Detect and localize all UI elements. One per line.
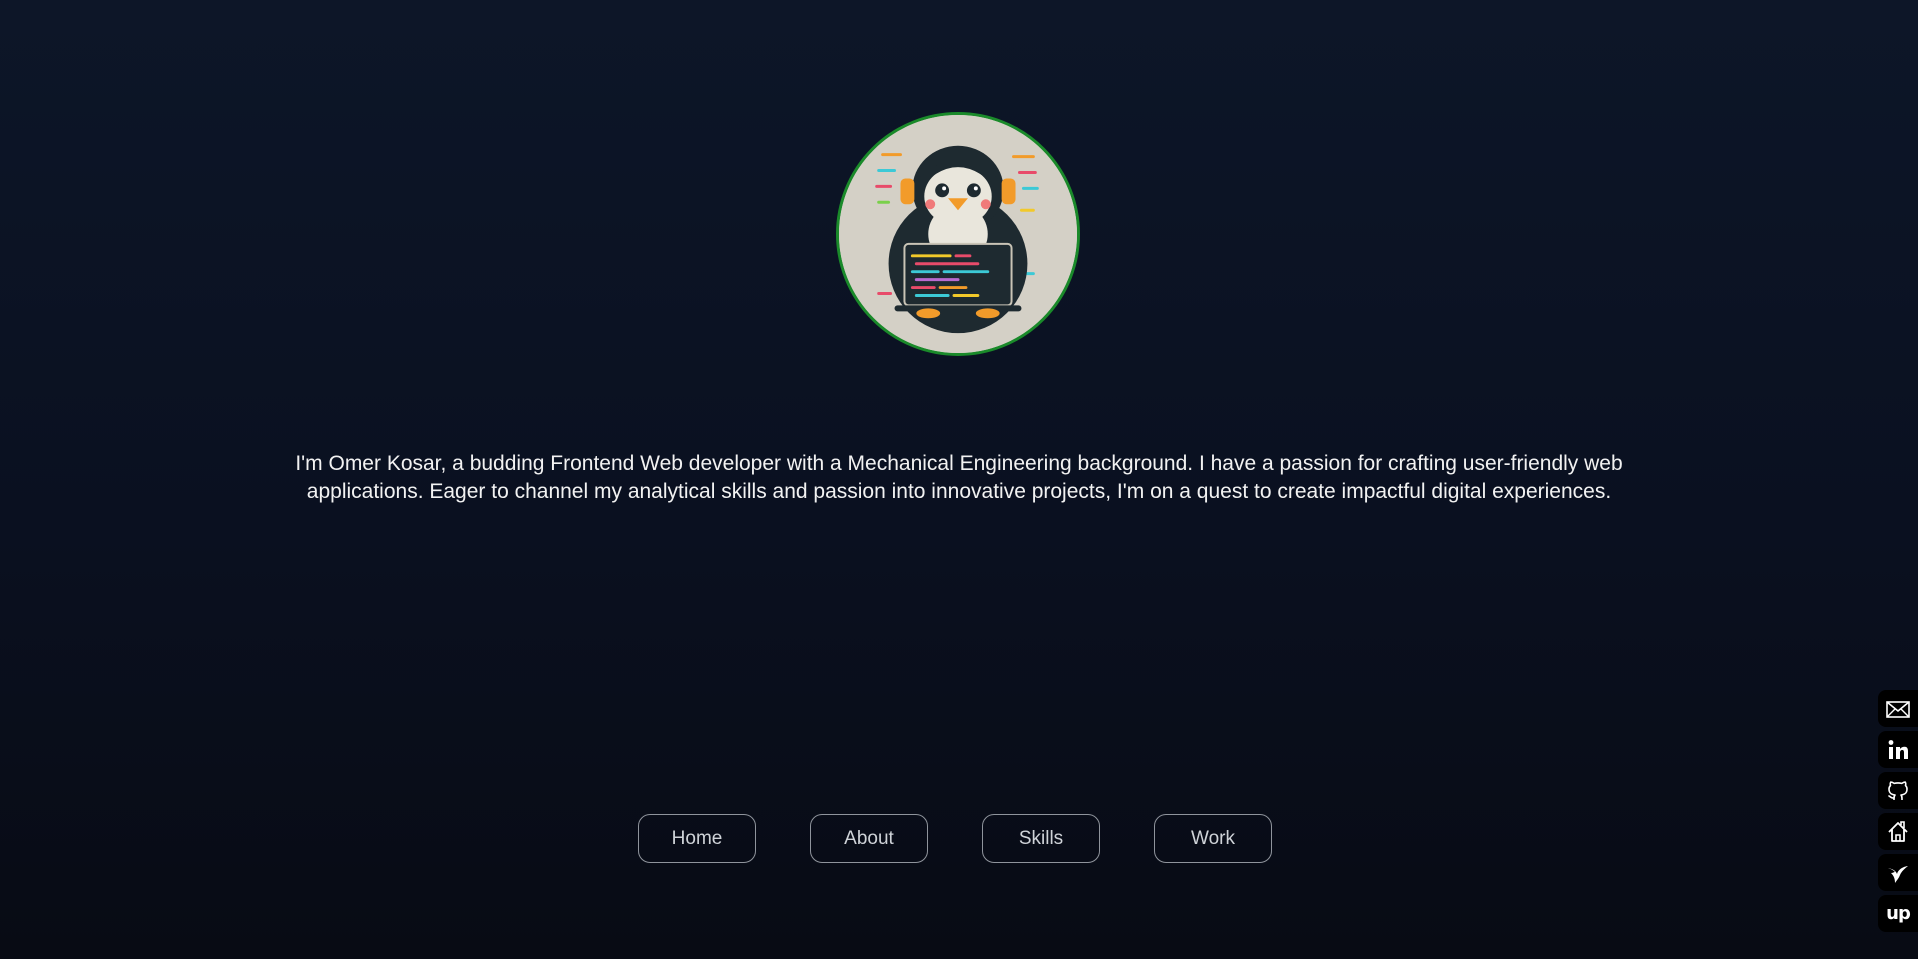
- hummingbird-icon: [1888, 865, 1908, 883]
- freecodecamp-icon: [1888, 820, 1908, 842]
- upwork-icon: up: [1886, 903, 1911, 924]
- bottom-navigation: Home About Skills Work: [638, 814, 1272, 863]
- social-freecodecamp-link[interactable]: [1878, 813, 1918, 850]
- social-linkedin-link[interactable]: [1878, 731, 1918, 768]
- social-links-bar: up: [1878, 690, 1918, 932]
- nav-skills-button[interactable]: Skills: [982, 814, 1100, 863]
- social-upwork-link[interactable]: up: [1878, 895, 1918, 932]
- nav-work-button[interactable]: Work: [1154, 814, 1272, 863]
- profile-avatar: [836, 112, 1080, 356]
- github-icon: [1888, 780, 1908, 800]
- nav-home-button[interactable]: Home: [638, 814, 756, 863]
- social-mail-link[interactable]: [1878, 690, 1918, 727]
- bio-text: I'm Omer Kosar, a budding Frontend Web d…: [295, 452, 1623, 503]
- social-hummingbird-link[interactable]: [1878, 854, 1918, 891]
- mail-icon: [1886, 700, 1910, 718]
- linkedin-icon: [1888, 739, 1908, 759]
- penguin-developer-icon: [839, 115, 1077, 353]
- nav-about-button[interactable]: About: [810, 814, 928, 863]
- social-github-link[interactable]: [1878, 772, 1918, 809]
